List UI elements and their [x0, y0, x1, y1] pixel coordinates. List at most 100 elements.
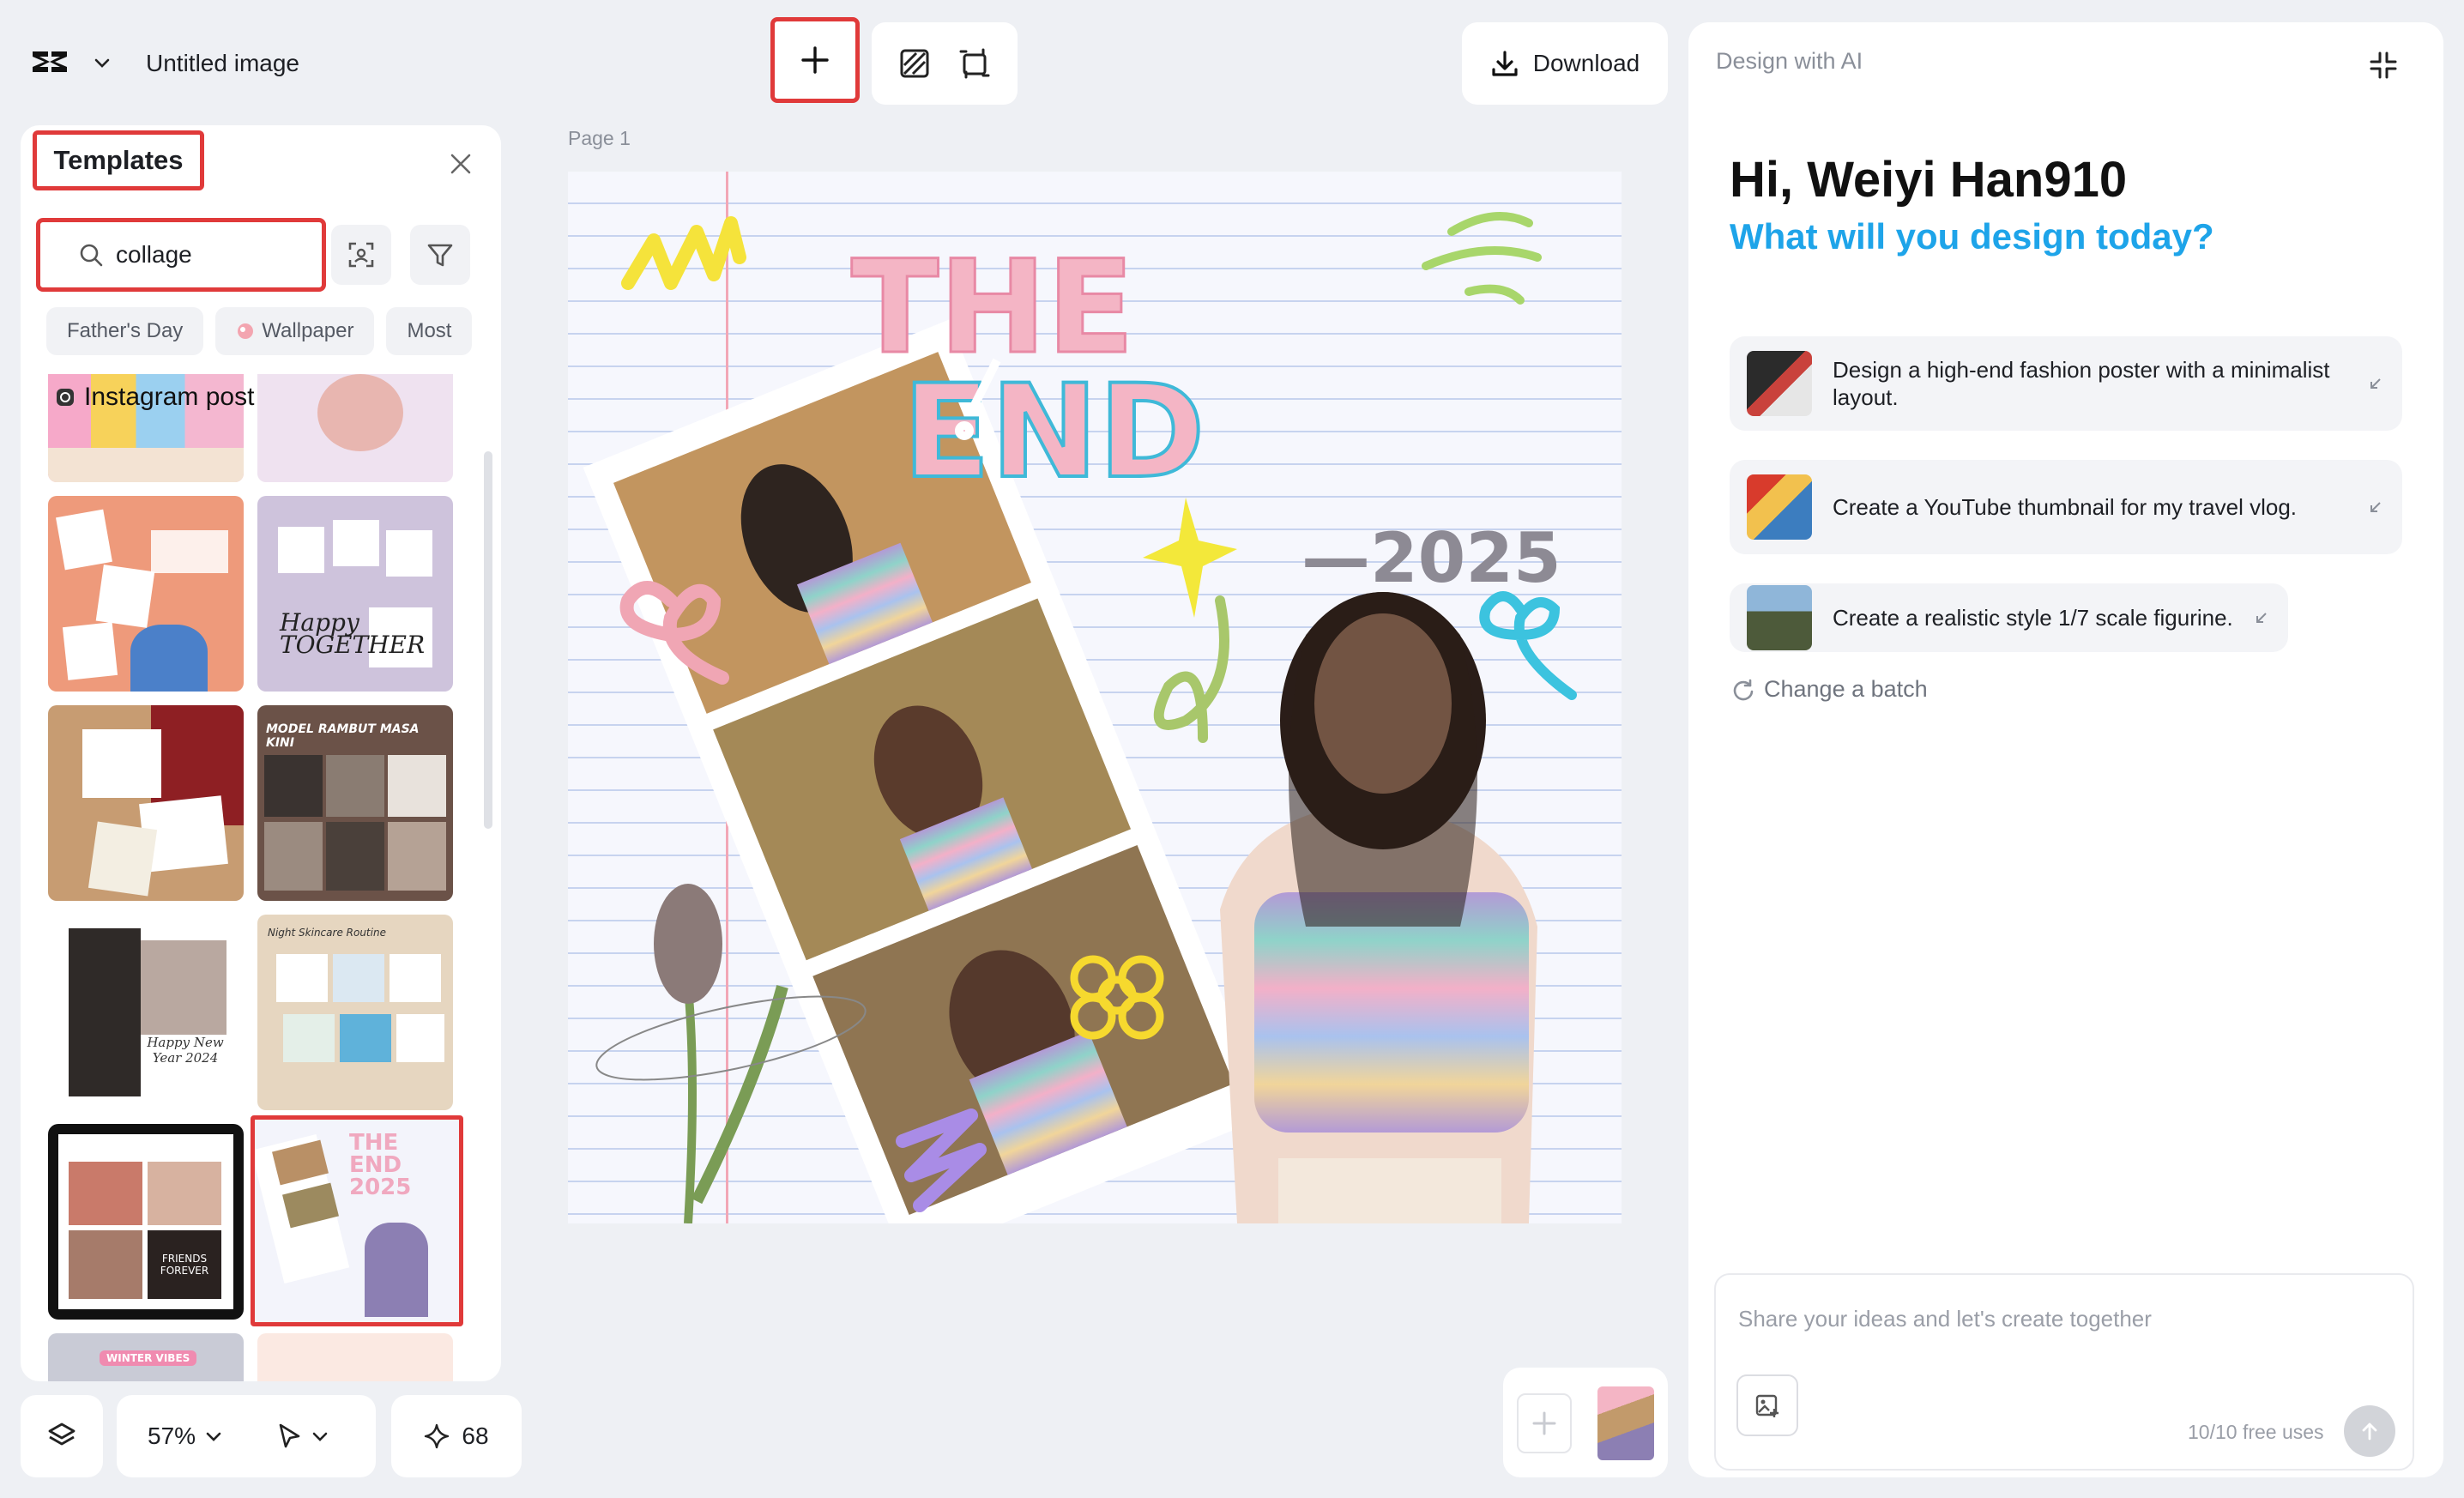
zoom-level[interactable]: 57%	[148, 1422, 196, 1450]
change-batch-button[interactable]: Change a batch	[1731, 676, 1928, 703]
template-thumbnail[interactable]	[257, 374, 453, 482]
page-label: Page 1	[568, 127, 631, 149]
download-button[interactable]: Download	[1462, 22, 1668, 105]
template-thumbnail[interactable]	[48, 705, 244, 901]
arrow-up-icon	[2362, 1422, 2377, 1441]
template-thumbnail-selected[interactable]: THE END 2025	[251, 1115, 463, 1326]
filter-icon	[427, 244, 453, 267]
chip-label: Wallpaper	[262, 319, 354, 342]
ai-panel: Design with AI Hi, Weiyi Han910 What wil…	[1688, 22, 2443, 1477]
zoom-and-pointer-controls: 57%	[117, 1395, 376, 1477]
chip-fathers-day[interactable]: Father's Day	[46, 307, 204, 355]
canvas-artwork: THE END —2025	[583, 212, 1577, 1223]
prompt-placeholder[interactable]: Share your ideas and let's create togeth…	[1738, 1306, 2152, 1332]
suggestion-thumbnail	[1747, 474, 1812, 540]
thumbnail-text: WINTER VIBES	[100, 1350, 197, 1366]
template-thumbnail[interactable]: Night Skincare Routine	[257, 915, 453, 1110]
thumbnail-text: MODEL RAMBUT MASA KINI	[266, 722, 420, 750]
instagram-post-label: Instagram post	[55, 383, 254, 412]
suggestion-thumbnail	[1747, 351, 1812, 416]
plus-icon	[1532, 1411, 1556, 1435]
instagram-label-text: Instagram post	[84, 383, 255, 411]
credits-button[interactable]: 68	[391, 1395, 522, 1477]
swirl-doodle-blue	[1479, 591, 1577, 700]
chevron-down-icon[interactable]	[311, 1427, 329, 1446]
chevron-down-icon[interactable]	[93, 53, 112, 72]
filter-button[interactable]	[410, 225, 470, 285]
insert-arrow-icon	[2256, 613, 2267, 623]
chevron-down-icon[interactable]	[204, 1427, 223, 1446]
chip-wallpaper[interactable]: Wallpaper	[215, 307, 375, 355]
resize-icon[interactable]	[957, 46, 992, 81]
image-upload-button[interactable]	[1736, 1374, 1798, 1436]
refresh-icon	[1733, 679, 1754, 700]
headline-end: END	[903, 358, 1205, 507]
template-thumbnail[interactable]	[257, 1333, 453, 1381]
design-canvas[interactable]: THE END —2025	[568, 172, 1622, 1223]
free-uses-counter: 10/10 free uses	[2188, 1421, 2324, 1443]
thumbnail-text: Happy TOGETHER	[280, 608, 426, 659]
suggestion-thumbnail	[1747, 585, 1812, 650]
collapse-icon[interactable]	[2366, 48, 2401, 82]
template-thumbnail[interactable]	[48, 496, 244, 692]
document-title[interactable]: Untitled image	[146, 50, 299, 77]
thumbnail-text: Happy New Year 2024	[147, 1035, 224, 1066]
greeting: Hi, Weiyi Han910	[1730, 152, 2128, 208]
insert-arrow-icon	[2370, 502, 2381, 512]
ai-panel-header: Design with AI	[1716, 48, 1863, 74]
background-pattern-icon[interactable]	[897, 46, 932, 81]
search-value: collage	[116, 241, 192, 268]
thumbnail-text: FRIENDS FOREVER	[148, 1230, 221, 1299]
add-page-button[interactable]	[1517, 1393, 1572, 1453]
template-thumbnail[interactable]: Happy New Year 2024	[48, 915, 244, 1110]
layers-icon	[48, 1422, 75, 1446]
sparkle-icon	[425, 1423, 450, 1449]
suggestion-text: Design a high-end fashion poster with a …	[1833, 357, 2330, 410]
pointer-icon[interactable]	[275, 1422, 304, 1451]
zigzag-doodle	[621, 216, 746, 290]
canvas-tools	[872, 22, 1018, 105]
change-batch-label: Change a batch	[1764, 676, 1928, 702]
prompt-composer[interactable]: Share your ideas and let's create togeth…	[1714, 1273, 2414, 1471]
template-thumbnail[interactable]: FRIENDS FOREVER	[48, 1124, 244, 1320]
credits-count: 68	[462, 1422, 489, 1449]
plus-icon	[801, 46, 829, 74]
image-search-button[interactable]	[331, 225, 391, 285]
suggestion-text: Create a YouTube thumbnail for my travel…	[1833, 494, 2297, 520]
wallpaper-icon	[238, 323, 254, 339]
thumbnail-text: THE END 2025	[349, 1130, 412, 1200]
chip-most[interactable]: Most	[386, 307, 473, 355]
layers-button[interactable]	[21, 1395, 103, 1477]
scrollbar[interactable]	[484, 451, 492, 829]
category-chips: Father's Day Wallpaper Most	[46, 307, 473, 355]
capcut-logo-icon[interactable]	[31, 46, 69, 77]
lines-doodle	[1422, 212, 1542, 305]
templates-panel: Templates collage Father's Day Wallpaper	[21, 125, 501, 1381]
pages-panel	[1503, 1368, 1668, 1477]
template-grid: Instagram post Happy TOGETHER MODEL RAMB…	[21, 374, 501, 1381]
panel-title: Templates	[33, 130, 204, 190]
download-icon	[1492, 51, 1518, 76]
template-thumbnail[interactable]: WINTER VIBES	[48, 1333, 244, 1381]
model-figure	[1220, 592, 1537, 1223]
download-label: Download	[1532, 50, 1640, 76]
template-thumbnail[interactable]: MODEL RAMBUT MASA KINI	[257, 705, 453, 901]
headline-year: —2025	[1301, 518, 1561, 598]
suggestion-text: Create a realistic style 1/7 scale figur…	[1833, 605, 2233, 631]
prompt-question: What will you design today?	[1730, 216, 2214, 257]
close-icon[interactable]	[448, 151, 474, 177]
thumbnail-text: Night Skincare Routine	[268, 927, 386, 939]
template-thumbnail[interactable]: Happy TOGETHER	[257, 496, 453, 692]
scan-icon	[348, 242, 374, 268]
search-input[interactable]: collage	[36, 218, 326, 292]
search-icon	[80, 244, 103, 267]
suggestion-card[interactable]: Create a YouTube thumbnail for my travel…	[1730, 460, 2402, 554]
instagram-icon	[57, 389, 74, 406]
suggestion-card[interactable]: Design a high-end fashion poster with a …	[1730, 336, 2402, 431]
image-add-icon	[1755, 1394, 1779, 1417]
add-button[interactable]	[770, 17, 860, 103]
suggestion-card[interactable]: Create a realistic style 1/7 scale figur…	[1730, 583, 2288, 652]
page-thumbnail[interactable]	[1597, 1386, 1654, 1460]
send-button[interactable]	[2344, 1405, 2395, 1457]
insert-arrow-icon	[2370, 378, 2381, 389]
